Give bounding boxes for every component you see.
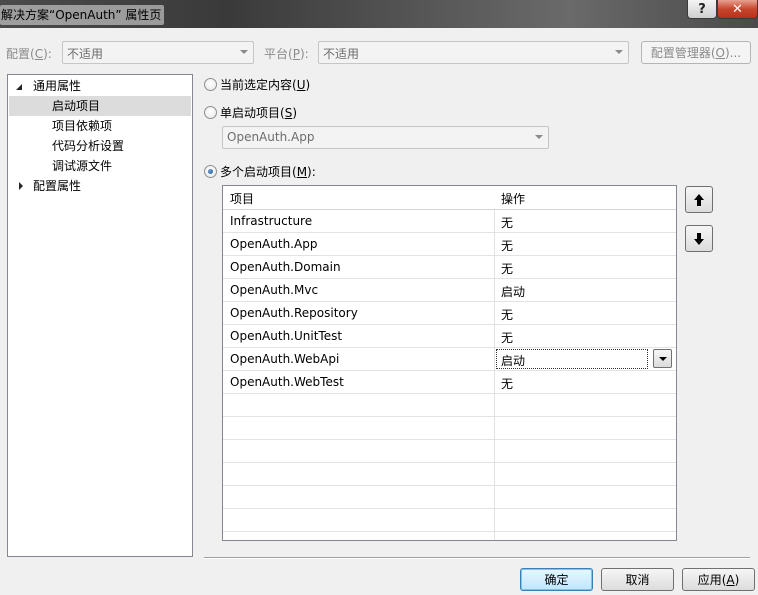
table-row [223,394,676,417]
chevron-down-icon [535,135,543,139]
project-name: Infrastructure [230,214,313,228]
tree-item-config-props[interactable]: 配置属性 [8,176,192,196]
action-value[interactable]: 无 [501,306,513,323]
expand-icon[interactable] [16,84,22,90]
grid-header: 项目 操作 [223,186,676,210]
tree-item-startup[interactable]: 启动项目 [9,96,191,116]
window-title: 解决方案“OpenAuth” 属性页 [0,5,165,25]
move-down-button[interactable] [685,225,713,252]
tree-item-common[interactable]: 通用属性 [8,76,192,96]
title-bar: 解决方案“OpenAuth” 属性页 ? ✕ [0,0,758,28]
table-row[interactable]: OpenAuth.Repository 无 [223,302,676,325]
header-project: 项目 [230,192,255,206]
table-row[interactable]: OpenAuth.App 无 [223,233,676,256]
single-project-select[interactable]: OpenAuth.App [222,126,549,149]
dropdown-arrow-icon[interactable] [653,349,672,368]
separator [204,557,750,559]
single-project-value: OpenAuth.App [227,130,315,144]
table-row [223,417,676,440]
move-up-button[interactable] [685,186,713,213]
property-tree: 通用属性 启动项目 项目依赖项 代码分析设置 调试源文件 配置属性 [7,74,193,557]
help-icon: ? [698,1,706,17]
help-button[interactable]: ? [687,0,717,19]
tree-item-code-analysis[interactable]: 代码分析设置 [8,136,192,156]
radio-current-selection[interactable] [204,78,217,91]
table-row[interactable]: OpenAuth.Domain 无 [223,256,676,279]
table-row[interactable]: OpenAuth.WebApi 启动 [223,348,676,371]
table-row[interactable]: Infrastructure 无 [223,210,676,233]
project-name: OpenAuth.WebTest [230,375,344,389]
table-row [223,486,676,509]
platform-value: 不适用 [323,47,360,61]
action-value[interactable]: 启动 [501,283,525,300]
close-icon: ✕ [732,1,743,17]
platform-select[interactable]: 不适用 [318,41,629,64]
action-value[interactable]: 启动 [496,349,648,369]
startup-projects-grid: 项目 操作 Infrastructure 无 OpenAuth.App 无 OpenAu… [222,185,677,541]
table-row [223,440,676,463]
action-value[interactable]: 无 [501,375,513,392]
table-row[interactable]: OpenAuth.UnitTest 无 [223,325,676,348]
header-action: 操作 [501,192,526,206]
config-value: 不适用 [67,47,104,61]
ok-button[interactable]: 确定 [520,568,593,591]
action-dropdown[interactable]: 启动 [496,349,672,369]
config-manager-button[interactable]: 配置管理器(O)... [641,41,751,64]
arrow-down-icon [694,232,704,245]
config-label: 配置(C): [6,47,52,61]
close-button[interactable]: ✕ [717,0,758,19]
chevron-down-icon [615,50,623,54]
radio-multiple[interactable] [204,165,217,178]
radio-single[interactable] [204,106,217,119]
radio-single-label[interactable]: 单启动项目(S) [220,104,297,121]
cancel-button[interactable]: 取消 [601,568,674,591]
action-value[interactable]: 无 [501,237,513,254]
chevron-down-icon [240,50,248,54]
project-name: OpenAuth.Domain [230,260,341,274]
project-name: OpenAuth.App [230,237,318,251]
table-row[interactable]: OpenAuth.Mvc 启动 [223,279,676,302]
table-row [223,463,676,486]
table-row [223,509,676,532]
action-value[interactable]: 无 [501,329,513,346]
project-name: OpenAuth.UnitTest [230,329,343,343]
collapsed-arrow-icon[interactable] [19,182,23,190]
project-name: OpenAuth.Repository [230,306,358,320]
platform-label: 平台(P): [264,47,309,61]
table-row[interactable]: OpenAuth.WebTest 无 [223,371,676,394]
project-name: OpenAuth.Mvc [230,283,319,297]
radio-multiple-label[interactable]: 多个启动项目(M): [220,163,316,180]
tree-item-debug-source[interactable]: 调试源文件 [8,156,192,176]
project-name: OpenAuth.WebApi [230,352,340,366]
config-select[interactable]: 不适用 [62,41,254,64]
action-value[interactable]: 无 [501,260,513,277]
radio-current-selection-label[interactable]: 当前选定内容(U) [220,76,310,93]
action-value[interactable]: 无 [501,214,513,231]
tree-item-deps[interactable]: 项目依赖项 [8,116,192,136]
apply-button[interactable]: 应用(A) [682,568,755,591]
arrow-up-icon [694,193,704,206]
